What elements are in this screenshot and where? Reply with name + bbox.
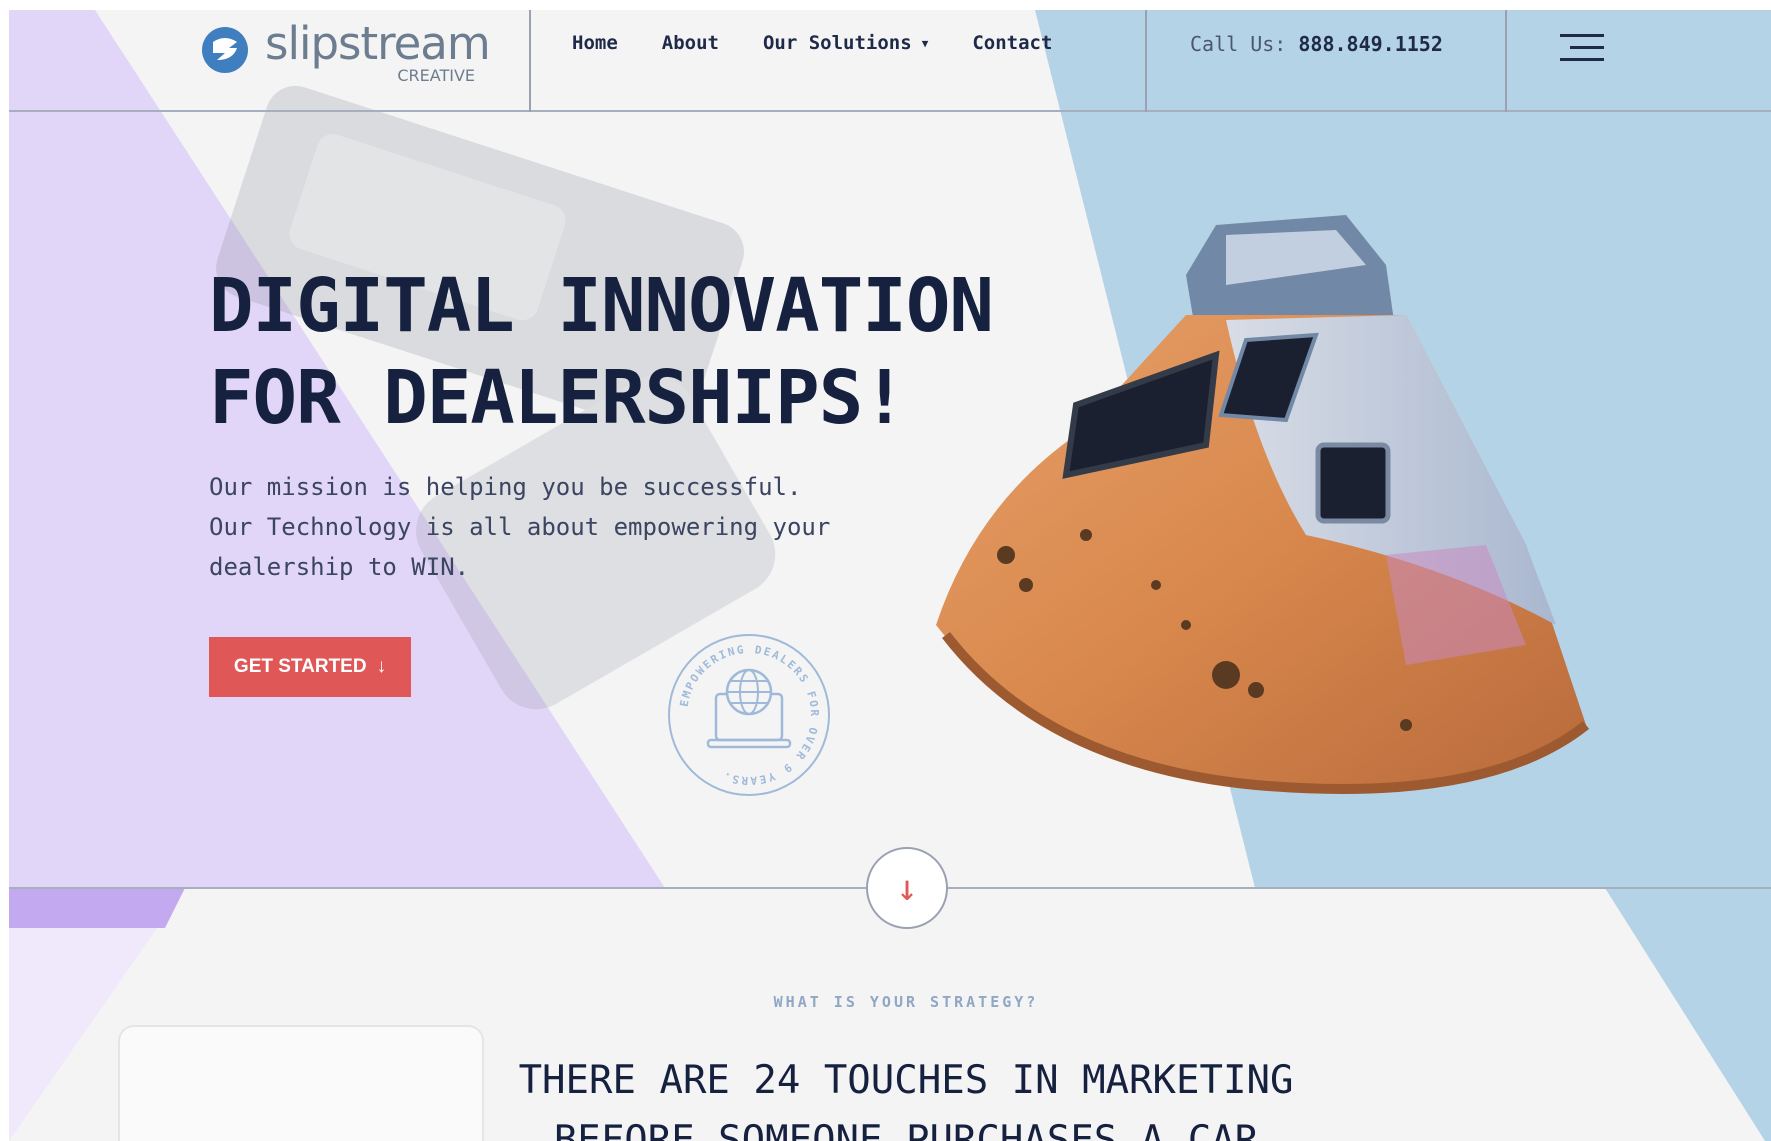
get-started-label: GET STARTED <box>233 656 367 677</box>
hero-description: Our mission is helping you be successful… <box>209 467 830 587</box>
call-number: 888.849.1152 <box>1298 32 1443 56</box>
slipstream-logo-icon <box>202 27 248 73</box>
brand-logo[interactable]: slipstream CREATIVE <box>199 20 491 86</box>
call-us-link[interactable]: Call Us: 888.849.1152 <box>1190 32 1443 56</box>
section-heading-line: BEFORE SOMEONE PURCHASES A CAR <box>553 1118 1259 1141</box>
caret-down-icon: ▼ <box>921 36 929 50</box>
section-heading-line: THERE ARE 24 TOUCHES IN MARKETING <box>518 1058 1294 1103</box>
hamburger-icon[interactable] <box>1560 34 1604 64</box>
nav-contact[interactable]: Contact <box>972 32 1052 54</box>
nav-home-label: Home <box>572 32 618 54</box>
section-heading: THERE ARE 24 TOUCHES IN MARKETING BEFORE… <box>0 1051 1771 1141</box>
page: slipstream CREATIVE Home About Our Solut… <box>0 0 1771 1141</box>
nav-home[interactable]: Home <box>572 32 618 54</box>
logo-subtitle: CREATIVE <box>397 66 475 85</box>
hero-title-line: DIGITAL INNOVATION <box>209 263 994 349</box>
call-label: Call Us: <box>1190 32 1287 56</box>
hero-body-line: dealership to WIN. <box>209 553 470 581</box>
arrow-down-icon: ↓ <box>896 867 918 909</box>
nav-our-solutions[interactable]: Our Solutions ▼ <box>763 32 928 54</box>
nav-about[interactable]: About <box>662 32 719 54</box>
get-started-button[interactable]: GET STARTED ↓ <box>209 637 411 697</box>
logo-wordmark: slipstream CREATIVE <box>265 20 491 86</box>
hero-title-line: FOR DEALERSHIPS! <box>209 355 907 441</box>
nav-solutions-label: Our Solutions <box>762 32 912 54</box>
space-capsule-illustration <box>936 215 1590 794</box>
hero-title: DIGITAL INNOVATION FOR DEALERSHIPS! <box>209 260 994 444</box>
arrow-down-icon: ↓ <box>376 656 387 677</box>
logo-name: slipstream <box>265 17 491 70</box>
header-divider <box>1145 10 1147 112</box>
nav-contact-label: Contact <box>972 32 1053 54</box>
main-nav: Home About Our Solutions ▼ Contact <box>572 32 1096 54</box>
experience-badge: EMPOWERING DEALERS FOR OVER 9 YEARS. <box>668 634 830 796</box>
laptop-globe-icon <box>706 668 792 749</box>
hero-body-line: Our mission is helping you be successful… <box>209 473 802 501</box>
hero-body-line: Our Technology is all about empowering y… <box>209 513 831 541</box>
nav-about-label: About <box>661 32 719 54</box>
scroll-down-button[interactable]: ↓ <box>866 847 948 929</box>
section-kicker: WHAT IS YOUR STRATEGY? <box>773 993 1039 1011</box>
header-divider <box>1505 10 1507 112</box>
header-divider <box>529 10 531 112</box>
